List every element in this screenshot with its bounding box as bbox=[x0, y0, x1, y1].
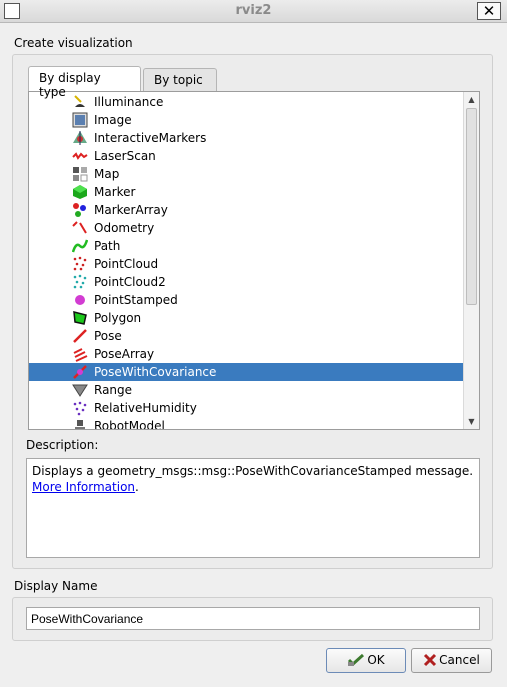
point-cloud-icon bbox=[72, 256, 88, 272]
relative-humidity-icon bbox=[72, 400, 88, 416]
range-icon bbox=[72, 382, 88, 398]
description-label: Description: bbox=[26, 438, 99, 452]
list-item-range[interactable]: Range bbox=[29, 381, 463, 399]
scroll-down-arrow-icon[interactable]: ▼ bbox=[464, 414, 479, 429]
point-stamped-icon bbox=[72, 292, 88, 308]
list-item-pointstamped[interactable]: PointStamped bbox=[29, 291, 463, 309]
list-item-label: Map bbox=[94, 167, 120, 181]
list-item-label: RobotModel bbox=[94, 419, 165, 430]
polygon-icon bbox=[72, 310, 88, 326]
list-item-image[interactable]: Image bbox=[29, 111, 463, 129]
list-item-label: Range bbox=[94, 383, 133, 397]
list-item-label: Illuminance bbox=[94, 95, 164, 109]
list-item-interactivemarkers[interactable]: InteractiveMarkers bbox=[29, 129, 463, 147]
pose-with-covariance-icon bbox=[72, 364, 88, 380]
list-item-pointcloud2[interactable]: PointCloud2 bbox=[29, 273, 463, 291]
list-item-map[interactable]: Map bbox=[29, 165, 463, 183]
list-item-posewithcovariance[interactable]: PoseWithCovariance bbox=[29, 363, 463, 381]
list-item-label: PointCloud bbox=[94, 257, 159, 271]
list-item-robotmodel[interactable]: RobotModel bbox=[29, 417, 463, 430]
list-item-relativehumidity[interactable]: RelativeHumidity bbox=[29, 399, 463, 417]
close-icon: ✕ bbox=[482, 2, 496, 20]
pose-icon bbox=[72, 328, 88, 344]
title-bar: rviz2 ✕ bbox=[0, 0, 507, 23]
laser-scan-icon bbox=[72, 148, 88, 164]
cancel-label: Cancel bbox=[439, 653, 480, 667]
more-information-link[interactable]: More Information bbox=[32, 480, 135, 494]
list-item-label: PoseWithCovariance bbox=[94, 365, 217, 379]
window-title: rviz2 bbox=[235, 3, 272, 18]
ok-button[interactable]: OK bbox=[326, 648, 406, 673]
robot-model-icon bbox=[72, 418, 88, 429]
list-item-laserscan[interactable]: LaserScan bbox=[29, 147, 463, 165]
ok-check-icon bbox=[347, 653, 365, 670]
point-cloud2-icon bbox=[72, 274, 88, 290]
list-item-polygon[interactable]: Polygon bbox=[29, 309, 463, 327]
list-item-posearray[interactable]: PoseArray bbox=[29, 345, 463, 363]
description-text: Displays a geometry_msgs::msg::PoseWithC… bbox=[32, 464, 474, 478]
description-box: Displays a geometry_msgs::msg::PoseWithC… bbox=[26, 458, 480, 558]
list-item-label: LaserScan bbox=[94, 149, 156, 163]
scroll-thumb[interactable] bbox=[466, 108, 477, 305]
pose-array-icon bbox=[72, 346, 88, 362]
list-scrollbar[interactable]: ▲ ▼ bbox=[463, 92, 479, 429]
list-item-pose[interactable]: Pose bbox=[29, 327, 463, 345]
illuminance-icon bbox=[72, 94, 88, 110]
close-button[interactable]: ✕ bbox=[477, 2, 501, 20]
create-visualization-label: Create visualization bbox=[14, 36, 133, 50]
list-item-label: PointStamped bbox=[94, 293, 178, 307]
display-type-list[interactable]: Illuminance Image InteractiveMarkers LaserS… bbox=[28, 91, 480, 430]
cancel-x-icon bbox=[423, 653, 437, 670]
ok-label: OK bbox=[367, 653, 385, 667]
description-period: . bbox=[135, 480, 139, 494]
list-item-label: PointCloud2 bbox=[94, 275, 166, 289]
display-name-input[interactable] bbox=[26, 607, 480, 630]
tab-by-topic[interactable]: By topic bbox=[143, 68, 217, 91]
odometry-icon bbox=[72, 220, 88, 236]
map-icon bbox=[72, 166, 88, 182]
list-item-label: MarkerArray bbox=[94, 203, 168, 217]
list-item-label: Path bbox=[94, 239, 121, 253]
list-item-marker[interactable]: Marker bbox=[29, 183, 463, 201]
list-item-label: Polygon bbox=[94, 311, 142, 325]
tab-by-display-type[interactable]: By display type bbox=[28, 66, 141, 99]
marker-icon bbox=[72, 184, 88, 200]
scroll-up-arrow-icon[interactable]: ▲ bbox=[464, 92, 479, 107]
list-item-odometry[interactable]: Odometry bbox=[29, 219, 463, 237]
list-item-pointcloud[interactable]: PointCloud bbox=[29, 255, 463, 273]
list-item-label: InteractiveMarkers bbox=[94, 131, 207, 145]
list-item-illuminance[interactable]: Illuminance bbox=[29, 93, 463, 111]
list-item-path[interactable]: Path bbox=[29, 237, 463, 255]
list-item-label: Image bbox=[94, 113, 132, 127]
list-item-label: Pose bbox=[94, 329, 122, 343]
marker-array-icon bbox=[72, 202, 88, 218]
list-item-label: Odometry bbox=[94, 221, 155, 235]
image-icon bbox=[72, 112, 88, 128]
interactive-markers-icon bbox=[72, 130, 88, 146]
cancel-button[interactable]: Cancel bbox=[411, 648, 492, 673]
list-item-label: PoseArray bbox=[94, 347, 155, 361]
display-name-label: Display Name bbox=[14, 579, 98, 593]
list-item-markerarray[interactable]: MarkerArray bbox=[29, 201, 463, 219]
list-item-label: RelativeHumidity bbox=[94, 401, 197, 415]
path-icon bbox=[71, 238, 89, 254]
list-item-label: Marker bbox=[94, 185, 136, 199]
